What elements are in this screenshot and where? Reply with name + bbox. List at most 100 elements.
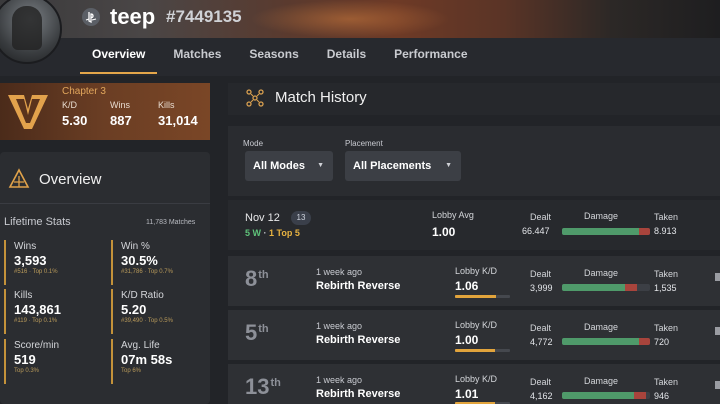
taken-label: Taken xyxy=(654,323,679,333)
lobby-kd-bar xyxy=(455,349,510,352)
stat-rank: #516 · Top 0.1% xyxy=(14,269,58,275)
chevron-down-icon: ▼ xyxy=(445,162,452,169)
user-tag: #7449135 xyxy=(166,7,242,26)
damage-bar xyxy=(562,228,650,235)
kd-value: 5.30 xyxy=(62,113,88,128)
overview-header: Overview xyxy=(0,152,210,204)
stat-rank: #39,490 · Top 0.5% xyxy=(121,318,173,324)
row-overflow-marker xyxy=(715,273,720,281)
lifetime-stats-label: Lifetime Stats xyxy=(4,216,71,228)
overview-panel: Overview Lifetime Stats 11,783 Matches W… xyxy=(0,152,210,404)
stat-label: Win % xyxy=(121,241,150,252)
damage-label: Damage xyxy=(584,322,619,332)
damage-dealt-fill xyxy=(562,338,639,345)
row-overflow-marker xyxy=(715,327,720,335)
stat-win-percent: Win % 30.5% #31,786 · Top 0.7% xyxy=(111,240,209,285)
match-time: 1 week ago xyxy=(316,321,363,331)
tab-details[interactable]: Details xyxy=(313,38,380,76)
stat-label: Avg. Life xyxy=(121,340,160,351)
username: teep xyxy=(110,4,156,29)
taken-label: Taken xyxy=(654,269,679,279)
taken-label: Taken xyxy=(654,212,679,222)
stat-label: Kills xyxy=(14,290,33,301)
damage-dealt-fill xyxy=(562,284,625,291)
lobby-kd-label: Lobby K/D xyxy=(455,320,498,330)
profile-tabs: Overview Matches Seasons Details Perform… xyxy=(78,38,482,76)
dealt-label: Dealt xyxy=(530,212,552,222)
placement-select[interactable]: All Placements ▼ xyxy=(345,151,461,181)
overview-title: Overview xyxy=(39,171,102,188)
damage-taken-fill xyxy=(634,392,646,399)
damage-dealt-fill xyxy=(562,228,639,235)
tab-overview[interactable]: Overview xyxy=(78,38,159,76)
stat-score-per-min: Score/min 519 Top 0.3% xyxy=(4,339,102,384)
row-overflow-marker xyxy=(715,381,720,389)
tab-seasons[interactable]: Seasons xyxy=(235,38,312,76)
mode-label: Mode xyxy=(243,139,264,148)
taken-value: 8.913 xyxy=(654,226,677,236)
mode-select[interactable]: All Modes ▼ xyxy=(245,151,333,181)
damage-dealt-fill xyxy=(562,392,634,399)
match-time: 1 week ago xyxy=(316,375,363,385)
lobby-kd-value: 1.00 xyxy=(455,333,479,347)
stat-rank: Top 6% xyxy=(121,368,142,374)
stat-value: 143,861 xyxy=(14,302,61,317)
overview-icon xyxy=(8,168,30,188)
taken-value: 946 xyxy=(654,391,670,401)
kd-label: K/D xyxy=(62,100,78,110)
lobby-kd-fill xyxy=(455,295,497,298)
lobby-avg-label: Lobby Avg xyxy=(432,210,474,220)
tab-matches[interactable]: Matches xyxy=(159,38,235,76)
damage-taken-fill xyxy=(639,338,650,345)
placement-suffix: th xyxy=(258,323,269,335)
playstation-icon xyxy=(82,8,100,26)
matches-count: 11,783 Matches xyxy=(146,219,196,226)
stat-value: 30.5% xyxy=(121,253,158,268)
chapter-card[interactable]: Chapter 3 K/D 5.30 Wins 887 Kills 31,014 xyxy=(0,83,210,140)
profile-banner xyxy=(0,0,720,38)
match-mode: Rebirth Reverse xyxy=(316,280,401,292)
match-mode: Rebirth Reverse xyxy=(316,388,401,400)
placement-suffix: th xyxy=(270,377,281,389)
wins-value: 887 xyxy=(110,113,132,128)
match-row[interactable]: 13th 1 week ago Rebirth Reverse Lobby K/… xyxy=(228,364,720,404)
stat-label: K/D Ratio xyxy=(121,290,164,301)
kills-label: Kills xyxy=(158,100,175,110)
placement: 5th xyxy=(245,320,269,346)
match-mode: Rebirth Reverse xyxy=(316,334,401,346)
session-wins: 5 W xyxy=(245,228,262,238)
placement-suffix: th xyxy=(258,269,269,281)
taken-value: 1,535 xyxy=(654,283,677,293)
session-summary-row[interactable]: Nov 12 13 5 W · 1 Top 5 Lobby Avg 1.00 D… xyxy=(228,200,720,250)
stat-value: 519 xyxy=(14,352,36,367)
match-history-icon xyxy=(246,89,264,107)
lobby-kd-bar xyxy=(455,295,510,298)
chevron-down-icon: ▼ xyxy=(317,162,324,169)
placement-label: Placement xyxy=(345,139,383,148)
placement-number: 5 xyxy=(245,320,258,345)
placement: 13th xyxy=(245,374,281,400)
stat-kills: Kills 143,861 #119 · Top 0.1% xyxy=(4,289,102,334)
kills-value: 31,014 xyxy=(158,113,198,128)
mode-select-value: All Modes xyxy=(253,160,305,172)
session-separator: · xyxy=(261,228,270,238)
session-record: 5 W · 1 Top 5 xyxy=(245,228,300,238)
dealt-value: 4,162 xyxy=(530,391,553,401)
session-match-count: 13 xyxy=(291,211,311,225)
session-date: Nov 12 xyxy=(245,212,280,224)
wins-label: Wins xyxy=(110,100,130,110)
match-row[interactable]: 5th 1 week ago Rebirth Reverse Lobby K/D… xyxy=(228,310,720,360)
placement: 8th xyxy=(245,266,269,292)
dealt-label: Dealt xyxy=(530,377,552,387)
tab-performance[interactable]: Performance xyxy=(380,38,481,76)
damage-bar xyxy=(562,284,650,291)
placement-select-value: All Placements xyxy=(353,160,432,172)
session-top5: 1 Top 5 xyxy=(269,228,300,238)
lobby-kd-value: 1.01 xyxy=(455,387,479,401)
dealt-label: Dealt xyxy=(530,323,552,333)
lobby-kd-label: Lobby K/D xyxy=(455,266,498,276)
match-row[interactable]: 8th 1 week ago Rebirth Reverse Lobby K/D… xyxy=(228,256,720,306)
placement-number: 8 xyxy=(245,266,258,291)
damage-taken-fill xyxy=(639,228,650,235)
damage-bar xyxy=(562,392,650,399)
